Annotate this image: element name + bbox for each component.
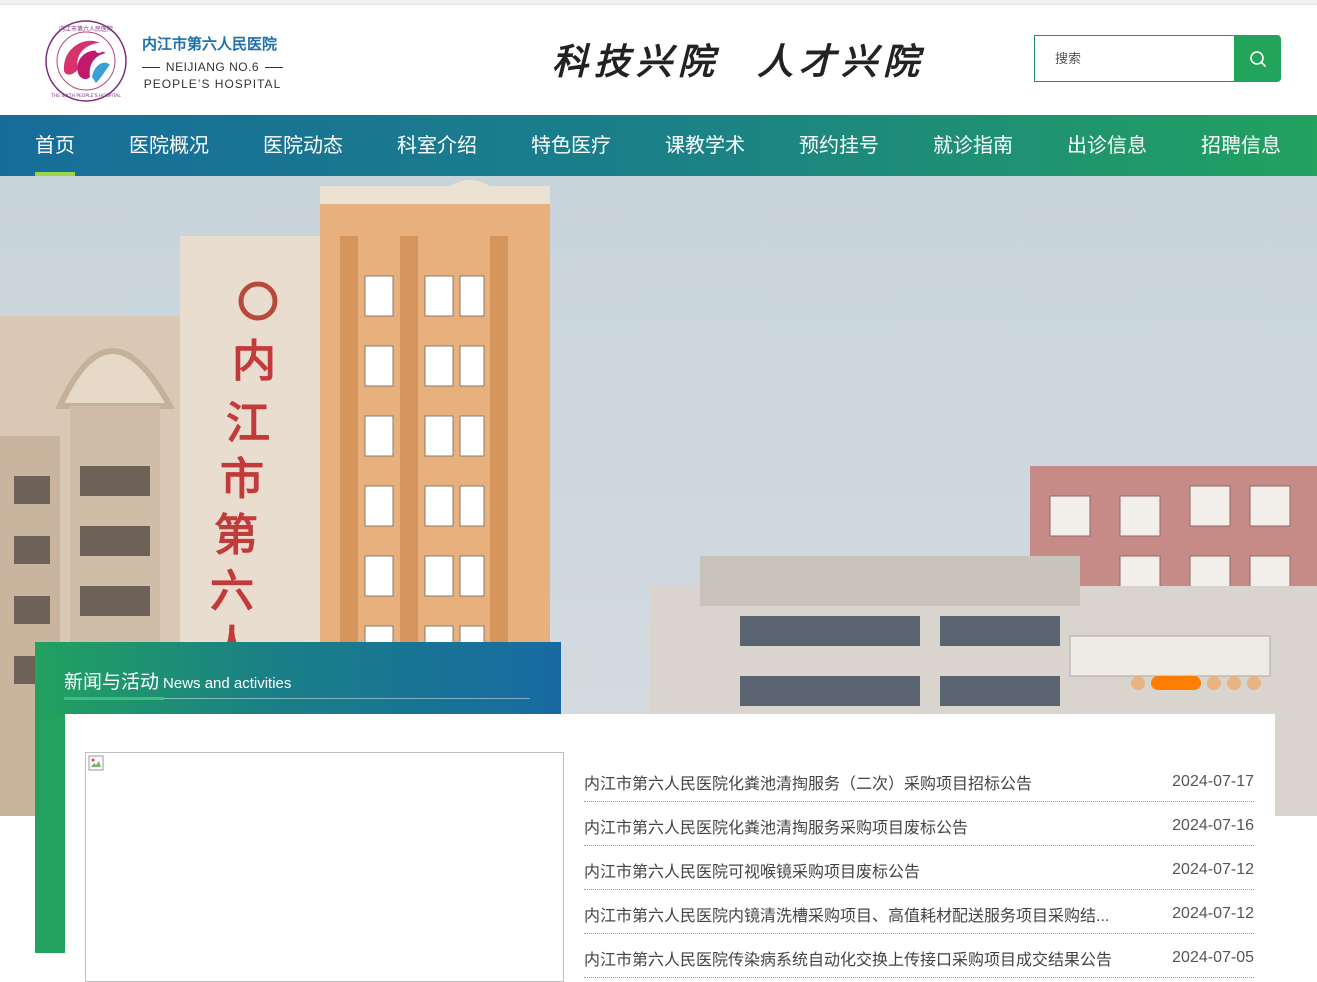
nav-item-academic[interactable]: 课教学术: [665, 115, 745, 176]
news-item-title[interactable]: 内江市第六人民医院内镜清洗槽采购项目、高值耗材配送服务项目采购结...: [584, 902, 1109, 926]
news-side-bar: [35, 714, 65, 953]
slider-dot[interactable]: [1247, 676, 1261, 690]
news-item-date: 2024-07-17: [1172, 772, 1254, 790]
news-body: 内江市第六人民医院化粪池清掏服务（二次）采购项目招标公告 2024-07-17 …: [65, 714, 1275, 982]
nav-item-news[interactable]: 医院动态: [263, 115, 343, 176]
logo-name-en-line2: PEOPLE’S HOSPITAL: [143, 77, 282, 91]
slider-dots: [1131, 676, 1261, 690]
svg-text:市: 市: [220, 454, 264, 505]
broken-image-icon: [88, 755, 104, 771]
nav-item-departments[interactable]: 科室介绍: [397, 115, 477, 176]
svg-text:江: 江: [226, 398, 270, 449]
svg-text:第: 第: [214, 510, 258, 561]
news-title-cn: 新闻与活动: [64, 672, 160, 693]
news-list-item[interactable]: 内江市第六人民医院传染病系统自动化交换上传接口采购项目成交结果公告 2024-0…: [584, 934, 1254, 978]
svg-text:内江市第六人民医院: 内江市第六人民医院: [59, 25, 113, 33]
news-section-header: 新闻与活动 News and activities: [35, 642, 561, 714]
search-input[interactable]: [1034, 35, 1234, 82]
news-list-item[interactable]: 内江市第六人民医院内镜清洗槽采购项目、高值耗材配送服务项目采购结... 2024…: [584, 890, 1254, 934]
svg-text:内: 内: [232, 336, 276, 387]
hospital-slogan: 科技兴院 人才兴院: [552, 41, 926, 83]
logo-en-text-1: NEIJIANG NO.6: [165, 60, 260, 74]
nav-item-guide[interactable]: 就诊指南: [933, 115, 1013, 176]
news-item-date: 2024-07-12: [1172, 904, 1254, 922]
news-item-title[interactable]: 内江市第六人民医院可视喉镜采购项目废标公告: [584, 858, 920, 882]
news-section-title[interactable]: 新闻与活动 News and activities: [64, 667, 291, 694]
nav-item-appointment[interactable]: 预约挂号: [799, 115, 879, 176]
slider-dot[interactable]: [1227, 676, 1241, 690]
news-list: 内江市第六人民医院化粪池清掏服务（二次）采购项目招标公告 2024-07-17 …: [584, 758, 1254, 978]
svg-text:THE SIXTH PEOPLE'S HOSPITAL: THE SIXTH PEOPLE'S HOSPITAL: [50, 93, 121, 99]
logo-name-en-line1: NEIJIANG NO.6: [140, 60, 285, 74]
nav-item-specialty[interactable]: 特色医疗: [531, 115, 611, 176]
news-featured-image[interactable]: [85, 752, 564, 982]
search-icon: [1249, 50, 1266, 67]
logo-text[interactable]: 内江市第六人民医院 NEIJIANG NO.6 PEOPLE’S HOSPITA…: [140, 33, 285, 91]
title-divider-accent: [64, 697, 164, 700]
hospital-logo[interactable]: 内江市第六人民医院 THE SIXTH PEOPLE'S HOSPITAL: [44, 19, 128, 103]
news-list-item[interactable]: 内江市第六人民医院化粪池清掏服务（二次）采购项目招标公告 2024-07-17: [584, 758, 1254, 802]
news-item-title[interactable]: 内江市第六人民医院化粪池清掏服务采购项目废标公告: [584, 814, 968, 838]
news-item-date: 2024-07-05: [1172, 948, 1254, 966]
slider-dot[interactable]: [1131, 676, 1145, 690]
search-button[interactable]: [1234, 35, 1281, 82]
news-section: 新闻与活动 News and activities 内江市第六人民医院化粪池清掏服…: [35, 642, 1275, 982]
news-title-en: News and activities: [163, 675, 292, 692]
slider-dot-active[interactable]: [1151, 676, 1201, 690]
nav-item-schedule[interactable]: 出诊信息: [1067, 115, 1147, 176]
logo-name-cn: 内江市第六人民医院: [142, 36, 278, 53]
main-navigation: 首页 医院概况 医院动态 科室介绍 特色医疗 课教学术 预约挂号 就诊指南 出诊…: [0, 115, 1317, 176]
news-item-title[interactable]: 内江市第六人民医院传染病系统自动化交换上传接口采购项目成交结果公告: [584, 946, 1112, 970]
slider-dot[interactable]: [1207, 676, 1221, 690]
nav-item-home[interactable]: 首页: [35, 115, 75, 176]
nav-item-recruitment[interactable]: 招聘信息: [1201, 115, 1281, 176]
site-header: 内江市第六人民医院 THE SIXTH PEOPLE'S HOSPITAL 内江…: [0, 5, 1317, 115]
svg-text:六: 六: [210, 566, 254, 617]
news-list-item[interactable]: 内江市第六人民医院化粪池清掏服务采购项目废标公告 2024-07-16: [584, 802, 1254, 846]
news-item-date: 2024-07-12: [1172, 860, 1254, 878]
nav-item-overview[interactable]: 医院概况: [129, 115, 209, 176]
news-item-date: 2024-07-16: [1172, 816, 1254, 834]
news-item-title[interactable]: 内江市第六人民医院化粪池清掏服务（二次）采购项目招标公告: [584, 770, 1032, 794]
news-list-item[interactable]: 内江市第六人民医院可视喉镜采购项目废标公告 2024-07-12: [584, 846, 1254, 890]
